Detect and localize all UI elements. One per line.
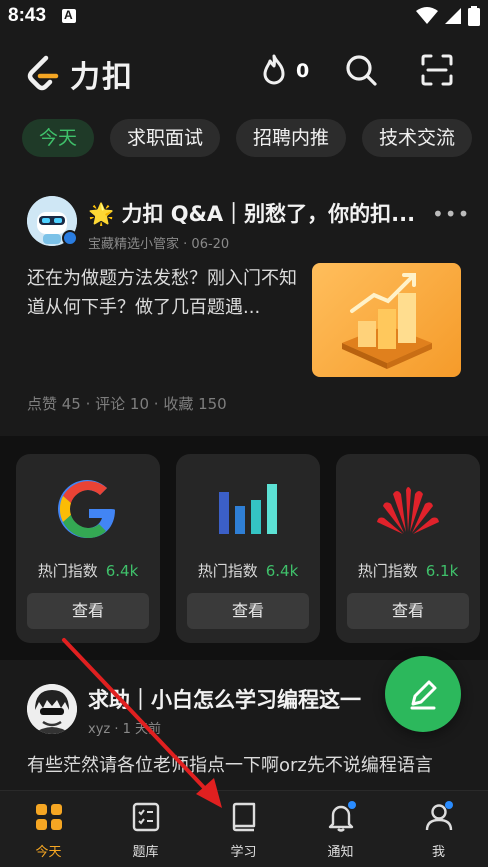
nav-notifications[interactable]: 通知 <box>292 791 389 867</box>
chip-referral[interactable]: 招聘内推 <box>236 119 347 157</box>
post-meta: 宝藏精选小管家 · 06-20 <box>88 233 229 252</box>
nav-today[interactable]: 今天 <box>0 791 97 867</box>
post-excerpt: 还在为做题方法发愁？刚入门不知道从何下手？做了几百题遇... <box>27 268 297 318</box>
hot-index-label: 热门指数 <box>37 562 98 580</box>
hot-index: 热门指数 6.1k <box>336 560 480 581</box>
battery-icon <box>468 6 480 26</box>
post-meta: xyz · 1 天前 <box>88 718 161 737</box>
company-card-huawei[interactable]: 热门指数 6.1k 查看 <box>336 454 480 643</box>
bar-growth-illustration-icon <box>342 273 432 369</box>
nav-study[interactable]: 学习 <box>195 791 292 867</box>
hot-index-value: 6.4k <box>265 562 299 580</box>
compose-fab[interactable] <box>385 656 461 732</box>
hot-index-value: 6.1k <box>425 562 459 580</box>
leetcode-logo-icon <box>27 55 59 91</box>
fire-icon[interactable] <box>256 52 292 88</box>
view-button[interactable]: 查看 <box>27 593 149 629</box>
leetcode-logo[interactable]: 力扣 <box>24 52 134 96</box>
chip-today[interactable]: 今天 <box>22 119 95 157</box>
author-avatar[interactable] <box>27 684 77 734</box>
hot-index-label: 热门指数 <box>197 562 258 580</box>
wifi-icon <box>416 7 438 24</box>
post-excerpt: 有些茫然请各位老师指点一下啊orz先不说编程语言 <box>27 755 433 776</box>
nav-label: 我 <box>431 845 445 860</box>
post-date: · 06-20 <box>183 237 230 252</box>
nav-label: 今天 <box>35 845 62 860</box>
unread-dot <box>445 801 453 809</box>
company-card-bytedance[interactable]: 热门指数 6.4k 查看 <box>176 454 320 643</box>
huawei-logo-icon <box>377 487 439 534</box>
search-icon[interactable] <box>343 52 379 88</box>
post-author[interactable]: 宝藏精选小管家 <box>88 237 179 252</box>
cellular-icon <box>445 8 461 24</box>
status-bar: 8:43 <box>0 0 488 34</box>
hot-index-value: 6.4k <box>105 562 139 580</box>
hot-index: 热门指数 6.4k <box>176 560 320 581</box>
verified-badge-icon <box>62 230 78 246</box>
post-thumbnail <box>312 263 461 377</box>
bytedance-logo-icon <box>219 484 277 534</box>
notification-app-icon <box>62 8 76 23</box>
chip-tech-discussion[interactable]: 技术交流 <box>362 119 473 157</box>
post-title: 求助｜小白怎么学习编程这一 <box>88 688 361 712</box>
post-stats: 点赞 45 · 评论 10 · 收藏 150 <box>27 395 227 413</box>
top-bar: 力扣 0 <box>0 34 488 108</box>
nav-me[interactable]: 我 <box>390 791 487 867</box>
cartoon-avatar-icon <box>27 684 77 734</box>
scan-icon[interactable] <box>419 52 455 88</box>
hot-index-label: 热门指数 <box>357 562 418 580</box>
view-button[interactable]: 查看 <box>187 593 309 629</box>
grid-icon <box>36 804 62 830</box>
company-carousel: 热门指数 6.4k 查看 热门指数 6.4k 查看 热门指数 6.1k 查看 <box>0 436 488 660</box>
bottom-nav: 今天 题库 学习 通知 我 <box>0 790 488 867</box>
status-indicators <box>416 6 480 26</box>
google-logo-icon <box>58 480 115 539</box>
category-chips: 今天 求职面试 招聘内推 技术交流 <box>22 119 473 157</box>
chip-job-interview[interactable]: 求职面试 <box>110 119 221 157</box>
book-icon <box>232 802 256 832</box>
status-time: 8:43 <box>8 5 47 26</box>
post-author[interactable]: xyz <box>88 722 110 737</box>
post-date: · 1 天前 <box>114 722 162 737</box>
post-title: 🌟 力扣 Q&A｜别愁了，你的扣... <box>88 202 416 226</box>
fire-count: 0 <box>296 60 310 82</box>
nav-label: 题库 <box>132 845 159 860</box>
pencil-icon <box>410 680 437 710</box>
nav-label: 通知 <box>327 845 354 860</box>
logo-text: 力扣 <box>70 60 134 95</box>
unread-dot <box>348 801 356 809</box>
post-card[interactable]: 🌟 力扣 Q&A｜别愁了，你的扣... ••• 宝藏精选小管家 · 06-20 … <box>0 178 488 433</box>
hot-index: 热门指数 6.4k <box>16 560 160 581</box>
view-button[interactable]: 查看 <box>347 593 469 629</box>
company-card-google[interactable]: 热门指数 6.4k 查看 <box>16 454 160 643</box>
nav-label: 学习 <box>230 845 257 860</box>
more-options-icon[interactable]: ••• <box>432 202 470 226</box>
checklist-icon <box>132 802 160 832</box>
nav-problems[interactable]: 题库 <box>97 791 194 867</box>
